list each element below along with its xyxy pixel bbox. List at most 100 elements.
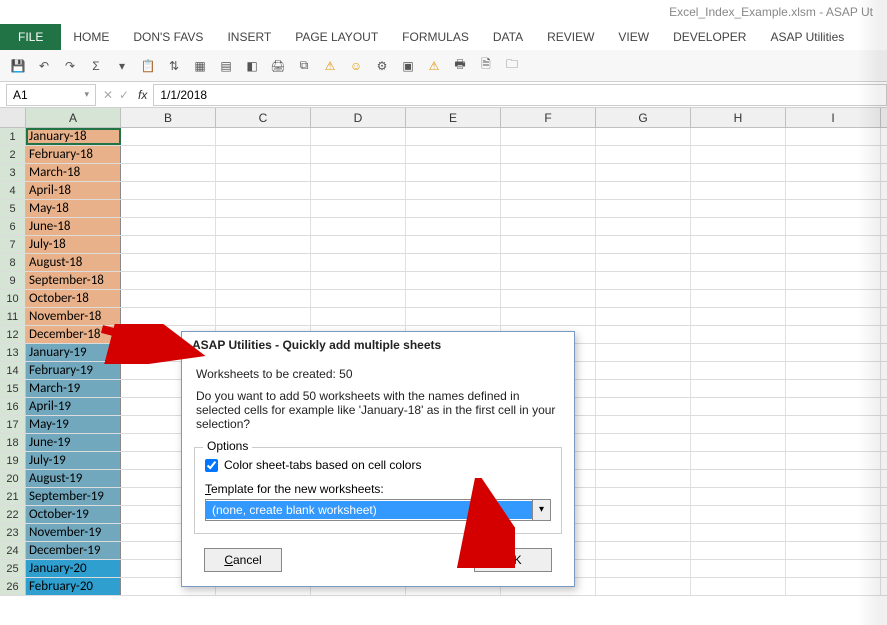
cell-C9[interactable]: [216, 272, 311, 289]
cell-H9[interactable]: [691, 272, 786, 289]
color-icon[interactable]: ◧: [244, 58, 260, 74]
cell-D10[interactable]: [311, 290, 406, 307]
copy-icon[interactable]: ⧉: [296, 58, 312, 74]
cell-G25[interactable]: [596, 560, 691, 577]
cell-I1[interactable]: [786, 128, 881, 145]
cell-G5[interactable]: [596, 200, 691, 217]
row-header-17[interactable]: 17: [0, 416, 26, 433]
cell-I21[interactable]: [786, 488, 881, 505]
cell-G19[interactable]: [596, 452, 691, 469]
column-header-C[interactable]: C: [216, 108, 311, 127]
cell-A25[interactable]: January-20: [26, 560, 121, 577]
cell-I11[interactable]: [786, 308, 881, 325]
cell-C8[interactable]: [216, 254, 311, 271]
column-header-D[interactable]: D: [311, 108, 406, 127]
row-header-18[interactable]: 18: [0, 434, 26, 451]
row-header-6[interactable]: 6: [0, 218, 26, 235]
cell-I8[interactable]: [786, 254, 881, 271]
cell-A19[interactable]: July-19: [26, 452, 121, 469]
chevron-down-icon[interactable]: ▾: [532, 500, 550, 520]
row-header-12[interactable]: 12: [0, 326, 26, 343]
cell-B7[interactable]: [121, 236, 216, 253]
cell-A11[interactable]: November-18: [26, 308, 121, 325]
cell-F9[interactable]: [501, 272, 596, 289]
cell-E5[interactable]: [406, 200, 501, 217]
cell-I26[interactable]: [786, 578, 881, 595]
ribbon-tab-review[interactable]: REVIEW: [535, 24, 606, 50]
cell-B8[interactable]: [121, 254, 216, 271]
row-header-14[interactable]: 14: [0, 362, 26, 379]
cell-I7[interactable]: [786, 236, 881, 253]
formula-input[interactable]: [153, 84, 887, 106]
cell-A18[interactable]: June-19: [26, 434, 121, 451]
redo-icon[interactable]: ↷: [62, 58, 78, 74]
cell-C10[interactable]: [216, 290, 311, 307]
cell-D5[interactable]: [311, 200, 406, 217]
row-header-11[interactable]: 11: [0, 308, 26, 325]
row-header-13[interactable]: 13: [0, 344, 26, 361]
row-header-3[interactable]: 3: [0, 164, 26, 181]
cell-B6[interactable]: [121, 218, 216, 235]
printer2-icon[interactable]: 🖶: [452, 58, 468, 74]
cell-C4[interactable]: [216, 182, 311, 199]
cell-H17[interactable]: [691, 416, 786, 433]
cell-I13[interactable]: [786, 344, 881, 361]
cell-A5[interactable]: May-18: [26, 200, 121, 217]
cell-E9[interactable]: [406, 272, 501, 289]
cell-F11[interactable]: [501, 308, 596, 325]
cell-C2[interactable]: [216, 146, 311, 163]
row-header-25[interactable]: 25: [0, 560, 26, 577]
cell-A8[interactable]: August-18: [26, 254, 121, 271]
ribbon-tab-developer[interactable]: DEVELOPER: [661, 24, 758, 50]
cell-I10[interactable]: [786, 290, 881, 307]
cell-F4[interactable]: [501, 182, 596, 199]
ribbon-tab-file[interactable]: FILE: [0, 24, 61, 50]
cell-A15[interactable]: March-19: [26, 380, 121, 397]
row-header-22[interactable]: 22: [0, 506, 26, 523]
cell-A13[interactable]: January-19: [26, 344, 121, 361]
cell-G3[interactable]: [596, 164, 691, 181]
cell-H20[interactable]: [691, 470, 786, 487]
cell-G15[interactable]: [596, 380, 691, 397]
column-header-E[interactable]: E: [406, 108, 501, 127]
save-icon[interactable]: 💾: [10, 58, 26, 74]
ok-button[interactable]: OK: [474, 548, 552, 572]
row-header-10[interactable]: 10: [0, 290, 26, 307]
cell-F8[interactable]: [501, 254, 596, 271]
cell-E7[interactable]: [406, 236, 501, 253]
cell-A1[interactable]: January-18: [26, 128, 121, 145]
cell-H19[interactable]: [691, 452, 786, 469]
cell-G13[interactable]: [596, 344, 691, 361]
row-header-15[interactable]: 15: [0, 380, 26, 397]
cell-G7[interactable]: [596, 236, 691, 253]
cell-F1[interactable]: [501, 128, 596, 145]
cell-E2[interactable]: [406, 146, 501, 163]
cell-B4[interactable]: [121, 182, 216, 199]
cell-I15[interactable]: [786, 380, 881, 397]
ribbon-tab-formulas[interactable]: FORMULAS: [390, 24, 481, 50]
cell-B9[interactable]: [121, 272, 216, 289]
column-header-G[interactable]: G: [596, 108, 691, 127]
undo-icon[interactable]: ↶: [36, 58, 52, 74]
cell-B3[interactable]: [121, 164, 216, 181]
row-header-24[interactable]: 24: [0, 542, 26, 559]
layers-icon[interactable]: ▣: [400, 58, 416, 74]
cell-H22[interactable]: [691, 506, 786, 523]
row-header-19[interactable]: 19: [0, 452, 26, 469]
cell-H7[interactable]: [691, 236, 786, 253]
cell-I19[interactable]: [786, 452, 881, 469]
cell-H12[interactable]: [691, 326, 786, 343]
cell-H8[interactable]: [691, 254, 786, 271]
cell-A2[interactable]: February-18: [26, 146, 121, 163]
cell-A26[interactable]: February-20: [26, 578, 121, 595]
cell-H21[interactable]: [691, 488, 786, 505]
ribbon-tab-view[interactable]: VIEW: [606, 24, 661, 50]
cell-G8[interactable]: [596, 254, 691, 271]
template-combobox[interactable]: (none, create blank worksheet) ▾: [205, 499, 551, 521]
column-header-A[interactable]: A: [26, 108, 121, 127]
cell-A7[interactable]: July-18: [26, 236, 121, 253]
row-header-8[interactable]: 8: [0, 254, 26, 271]
cell-I18[interactable]: [786, 434, 881, 451]
cell-I22[interactable]: [786, 506, 881, 523]
row-header-23[interactable]: 23: [0, 524, 26, 541]
